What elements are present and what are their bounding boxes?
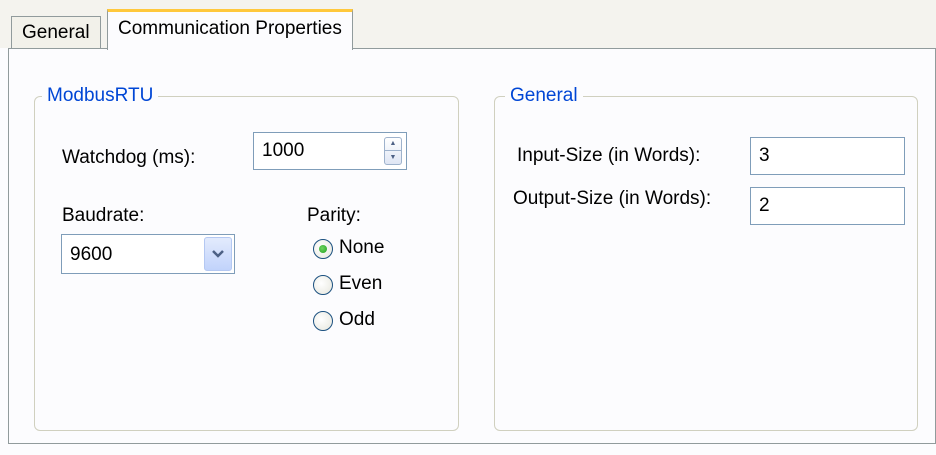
- input-size-label: Input-Size (in Words):: [517, 145, 701, 166]
- general-group-title: General: [505, 84, 583, 108]
- spin-down-icon[interactable]: ▼: [385, 151, 401, 164]
- dialog: General Communication Properties ModbusR…: [0, 0, 936, 455]
- baudrate-select[interactable]: 9600: [61, 234, 235, 274]
- baudrate-value: 9600: [70, 244, 113, 265]
- output-size-value: 2: [759, 195, 770, 216]
- tab-communication-properties-label: Communication Properties: [118, 18, 342, 39]
- parity-even-radio[interactable]: [313, 275, 333, 295]
- tab-communication-properties[interactable]: Communication Properties: [107, 9, 353, 50]
- modbus-rtu-group: ModbusRTU Watchdog (ms): 1000 ▲ ▼ Baudra…: [34, 84, 459, 431]
- parity-even-label[interactable]: Even: [339, 273, 382, 295]
- parity-none-label[interactable]: None: [339, 237, 384, 259]
- output-size-label: Output-Size (in Words):: [513, 188, 712, 209]
- tab-panel: ModbusRTU Watchdog (ms): 1000 ▲ ▼ Baudra…: [8, 48, 936, 444]
- tab-general-label: General: [22, 22, 90, 43]
- watchdog-spinner[interactable]: ▲ ▼: [384, 137, 402, 165]
- watchdog-input[interactable]: 1000 ▲ ▼: [253, 132, 407, 170]
- input-size-input[interactable]: 3: [750, 137, 905, 175]
- tab-general[interactable]: General: [11, 16, 101, 48]
- watchdog-label: Watchdog (ms):: [62, 147, 196, 168]
- parity-odd-label[interactable]: Odd: [339, 309, 375, 331]
- parity-label: Parity:: [307, 205, 361, 226]
- baudrate-label: Baudrate:: [62, 205, 145, 226]
- chevron-down-icon[interactable]: [204, 237, 232, 271]
- parity-odd-radio[interactable]: [313, 311, 333, 331]
- watchdog-value: 1000: [262, 140, 305, 161]
- parity-none-radio[interactable]: [313, 239, 333, 259]
- input-size-value: 3: [759, 145, 770, 166]
- general-group: General Input-Size (in Words): 3 Output-…: [494, 84, 918, 431]
- modbus-rtu-group-title: ModbusRTU: [42, 84, 159, 108]
- output-size-input[interactable]: 2: [750, 187, 905, 225]
